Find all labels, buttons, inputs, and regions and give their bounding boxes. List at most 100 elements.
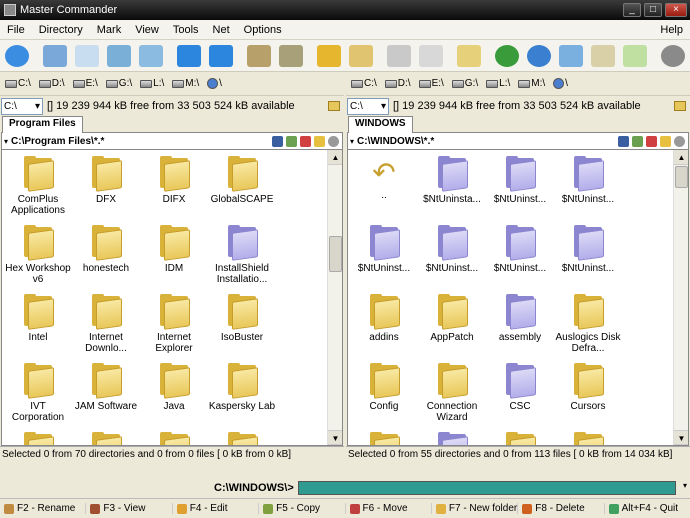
- folder-item[interactable]: InstallShield Installatio...: [208, 225, 276, 294]
- folder-item[interactable]: honestech: [72, 225, 140, 294]
- scroll-thumb[interactable]: [675, 166, 688, 188]
- connect-button[interactable]: [556, 42, 586, 70]
- new-folder-icon[interactable]: [632, 135, 643, 147]
- scroll-down-arrow-icon[interactable]: ▼: [674, 430, 688, 445]
- folder-item[interactable]: Internet Explorer: [140, 294, 208, 363]
- pencil-button[interactable]: [416, 42, 446, 70]
- copy-path-icon[interactable]: [618, 135, 629, 147]
- folder-item[interactable]: [208, 432, 276, 445]
- folder-item[interactable]: $NtUninst...: [486, 225, 554, 294]
- drive-button[interactable]: G:\: [103, 78, 135, 89]
- drive-select[interactable]: C:\ ▾: [1, 97, 43, 115]
- menu-directory[interactable]: Directory: [32, 24, 90, 36]
- favorites-star-icon[interactable]: [314, 135, 325, 147]
- folder-icon[interactable]: [328, 101, 340, 111]
- view-list-button[interactable]: [40, 42, 70, 70]
- copy-path-icon[interactable]: [272, 135, 283, 147]
- folder-item[interactable]: $NtUninst...: [554, 225, 622, 294]
- folder-item[interactable]: IDM: [140, 225, 208, 294]
- chevron-down-icon[interactable]: ▾: [680, 481, 690, 495]
- folder-item[interactable]: DIFX: [140, 156, 208, 225]
- command-input[interactable]: [298, 481, 676, 495]
- drive-button[interactable]: D:\: [36, 78, 68, 89]
- folder-item[interactable]: Connection Wizard: [418, 363, 486, 432]
- folder-item[interactable]: Intel: [4, 294, 72, 363]
- folder-item[interactable]: Config: [350, 363, 418, 432]
- folder-item[interactable]: CSC: [486, 363, 554, 432]
- menu-mark[interactable]: Mark: [90, 24, 128, 36]
- tab-windows[interactable]: WINDOWS: [348, 116, 413, 133]
- menu-tools[interactable]: Tools: [166, 24, 206, 36]
- drive-button[interactable]: \: [550, 78, 571, 89]
- folder-item[interactable]: $NtUninst...: [486, 156, 554, 225]
- delete-icon[interactable]: [300, 135, 311, 147]
- menu-help[interactable]: Help: [653, 24, 690, 36]
- folder-item[interactable]: [72, 432, 140, 445]
- folder-item[interactable]: [554, 432, 622, 445]
- sync-button[interactable]: [620, 42, 650, 70]
- search-button[interactable]: [384, 42, 414, 70]
- folder-item[interactable]: Java: [140, 363, 208, 432]
- folder-item[interactable]: IVT Corporation: [4, 363, 72, 432]
- drive-select[interactable]: C:\ ▾: [347, 97, 389, 115]
- chevron-down-icon[interactable]: ▾: [4, 137, 8, 146]
- folder-item[interactable]: ComPlus Applications: [4, 156, 72, 225]
- folder-item[interactable]: [486, 432, 554, 445]
- drive-button[interactable]: L:\: [137, 78, 167, 89]
- folder-item[interactable]: JAM Software: [72, 363, 140, 432]
- scroll-up-arrow-icon[interactable]: ▲: [674, 150, 688, 165]
- folder-item[interactable]: IsoBuster: [208, 294, 276, 363]
- vertical-scrollbar[interactable]: ▲ ▼: [327, 150, 342, 445]
- fkey-button[interactable]: Alt+F4 - Quit: [605, 503, 690, 514]
- view-details-button[interactable]: [136, 42, 166, 70]
- folder-item[interactable]: $NtUninsta...: [418, 156, 486, 225]
- lock-button[interactable]: [314, 42, 344, 70]
- unlock-button[interactable]: [346, 42, 376, 70]
- folder-item[interactable]: Cursors: [554, 363, 622, 432]
- close-button[interactable]: ×: [665, 3, 687, 17]
- minimize-button[interactable]: _: [623, 3, 641, 17]
- fkey-button[interactable]: F3 - View: [86, 503, 173, 514]
- folder-item[interactable]: ↶..: [350, 156, 418, 225]
- drive-button[interactable]: M:\: [515, 78, 548, 89]
- drive-button[interactable]: \: [204, 78, 225, 89]
- menu-net[interactable]: Net: [206, 24, 237, 36]
- fkey-button[interactable]: F2 - Rename: [0, 503, 87, 514]
- fkey-button[interactable]: F7 - New folder: [432, 503, 519, 514]
- scroll-thumb[interactable]: [329, 236, 342, 272]
- copy-folder-button[interactable]: [244, 42, 274, 70]
- favorites-star-icon[interactable]: [660, 135, 671, 147]
- view-grid-button[interactable]: [104, 42, 134, 70]
- folder-item[interactable]: Hex Workshop v6: [4, 225, 72, 294]
- drive-button[interactable]: M:\: [169, 78, 202, 89]
- back-arrow-button[interactable]: [174, 42, 204, 70]
- folder-item[interactable]: [418, 432, 486, 445]
- scroll-up-arrow-icon[interactable]: ▲: [328, 150, 342, 165]
- menu-view[interactable]: View: [128, 24, 166, 36]
- settings-gear-button[interactable]: [658, 42, 688, 70]
- tab-program-files[interactable]: Program Files: [2, 116, 83, 133]
- folder-item[interactable]: $NtUninst...: [418, 225, 486, 294]
- folder-item[interactable]: GlobalSCAPE: [208, 156, 276, 225]
- folder-item[interactable]: Kaspersky Lab: [208, 363, 276, 432]
- folder-item[interactable]: addins: [350, 294, 418, 363]
- drive-button[interactable]: E:\: [416, 78, 447, 89]
- folder-item[interactable]: [140, 432, 208, 445]
- move-folder-button[interactable]: [276, 42, 306, 70]
- fkey-button[interactable]: F6 - Move: [346, 503, 432, 514]
- forward-arrow-button[interactable]: [206, 42, 236, 70]
- folder-item[interactable]: Auslogics Disk Defra...: [554, 294, 622, 363]
- folder-item[interactable]: assembly: [486, 294, 554, 363]
- fkey-button[interactable]: F5 - Copy: [259, 503, 346, 514]
- maximize-button[interactable]: □: [644, 3, 662, 17]
- history-icon[interactable]: [328, 135, 339, 147]
- folder-item[interactable]: [350, 432, 418, 445]
- folder-icon[interactable]: [674, 101, 686, 111]
- fkey-button[interactable]: F4 - Edit: [173, 503, 260, 514]
- drive-button[interactable]: D:\: [382, 78, 414, 89]
- menu-file[interactable]: File: [0, 24, 32, 36]
- folder-item[interactable]: [4, 432, 72, 445]
- drive-button[interactable]: G:\: [449, 78, 481, 89]
- delete-icon[interactable]: [646, 135, 657, 147]
- edit-document-button[interactable]: [454, 42, 484, 70]
